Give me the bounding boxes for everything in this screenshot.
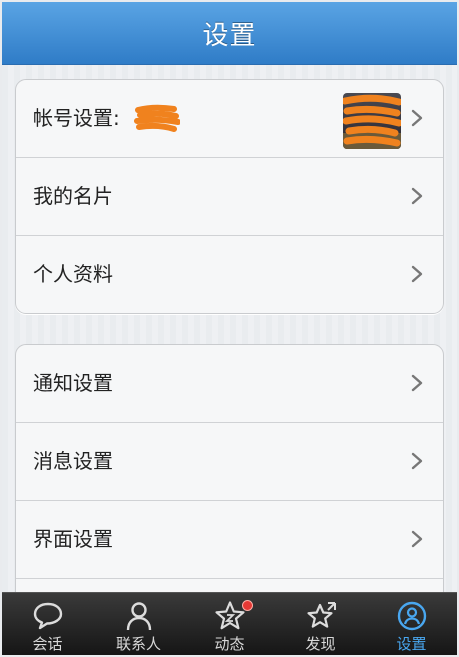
message-settings-row[interactable]: 消息设置 xyxy=(16,423,443,501)
my-card-row[interactable]: 我的名片 xyxy=(16,158,443,236)
avatar-redaction-mark xyxy=(343,94,401,149)
tab-settings-label: 设置 xyxy=(396,635,427,653)
chevron-right-icon xyxy=(407,373,427,393)
account-settings-label: 帐号设置: xyxy=(33,106,120,130)
my-card-label: 我的名片 xyxy=(33,184,113,208)
app-frame: 设置 帐号设置: 我的名片 个人资料 通知设置 消息设置 界面设置 会话 联系人… xyxy=(2,2,457,655)
avatar xyxy=(343,93,401,149)
tab-contacts-label: 联系人 xyxy=(115,635,161,653)
title-bar: 设置 xyxy=(2,2,457,65)
chevron-right-icon xyxy=(407,264,427,284)
page-title: 设置 xyxy=(202,20,257,51)
message-settings-label: 消息设置 xyxy=(33,449,113,473)
chevron-right-icon xyxy=(407,186,427,206)
chevron-right-icon xyxy=(407,108,427,128)
account-settings-row[interactable]: 帐号设置: xyxy=(16,80,443,158)
discover-star-icon xyxy=(304,600,338,632)
tab-discover-label: 发现 xyxy=(305,635,336,653)
tab-contacts[interactable]: 联系人 xyxy=(93,593,184,655)
chevron-right-icon xyxy=(407,529,427,549)
settings-person-icon xyxy=(395,600,429,632)
tab-settings[interactable]: 设置 xyxy=(366,593,457,655)
tab-discover[interactable]: 发现 xyxy=(275,593,366,655)
redaction-mark xyxy=(134,104,180,132)
contact-person-icon xyxy=(122,600,156,632)
chevron-right-icon xyxy=(407,451,427,471)
tab-conversations-label: 会话 xyxy=(32,635,63,653)
tab-conversations[interactable]: 会话 xyxy=(2,593,93,655)
profile-row[interactable]: 个人资料 xyxy=(16,236,443,313)
bottom-tab-bar: 会话 联系人 动态 发现 设置 xyxy=(2,592,457,655)
tab-feed-label: 动态 xyxy=(214,635,245,653)
account-settings-group: 帐号设置: 我的名片 个人资料 xyxy=(15,79,444,314)
notification-badge xyxy=(242,600,253,611)
tab-feed[interactable]: 动态 xyxy=(184,593,275,655)
notification-settings-label: 通知设置 xyxy=(33,371,113,395)
interface-settings-row[interactable]: 界面设置 xyxy=(16,501,443,579)
profile-label: 个人资料 xyxy=(33,262,113,286)
notification-settings-row[interactable]: 通知设置 xyxy=(16,345,443,423)
interface-settings-label: 界面设置 xyxy=(33,527,113,551)
settings-content[interactable]: 帐号设置: 我的名片 个人资料 通知设置 消息设置 界面设置 xyxy=(2,65,457,646)
chat-bubble-icon xyxy=(31,600,65,632)
